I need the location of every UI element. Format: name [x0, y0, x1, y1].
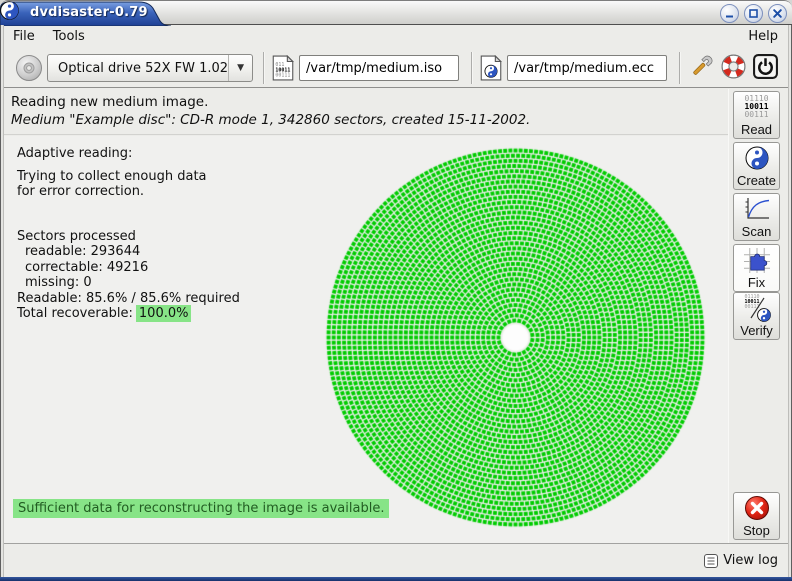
- maximize-button[interactable]: [744, 4, 763, 23]
- puzzle-piece-icon: [743, 247, 771, 274]
- toolbar-separator: [679, 52, 681, 84]
- menubar: File Tools Help: [4, 26, 788, 47]
- read-binary-icon: 01110 10011 00111: [734, 92, 779, 122]
- reading-mode-heading: Adaptive reading:: [17, 146, 240, 162]
- reading-description: for error correction.: [17, 184, 240, 200]
- fix-button-label: Fix: [748, 275, 765, 290]
- yin-yang-icon: [745, 146, 769, 170]
- readable-summary: Readable: 85.6% / 85.6% required: [17, 291, 240, 307]
- window-border-bottom: [0, 577, 792, 581]
- titlebar[interactable]: dvdisaster-0.79: [0, 0, 792, 25]
- drive-selector[interactable]: Optical drive 52X FW 1.02 ▼: [47, 54, 253, 82]
- reading-description: Trying to collect enough data: [17, 169, 240, 185]
- menu-help[interactable]: Help: [738, 27, 788, 46]
- minimize-button[interactable]: [720, 4, 739, 23]
- total-recoverable-value: 100.0%: [136, 305, 192, 322]
- view-log-label[interactable]: View log: [723, 553, 778, 568]
- compare-icon: 01110 10011 00111: [743, 295, 771, 322]
- toolbar-separator: [471, 52, 473, 84]
- reading-info-panel: Adaptive reading: Trying to collect enou…: [17, 146, 240, 322]
- yin-yang-icon: [757, 308, 771, 322]
- fix-button[interactable]: Fix: [733, 244, 780, 292]
- optical-drive-icon: [15, 54, 43, 82]
- preferences-button[interactable]: [686, 53, 716, 83]
- stop-icon: [744, 495, 770, 521]
- image-file-input[interactable]: [299, 55, 459, 81]
- status-area: Reading new medium image. Medium "Exampl…: [4, 89, 728, 135]
- sectors-processed-title: Sectors processed: [17, 229, 240, 245]
- iso-file-icon: 011 10011 00111: [272, 55, 294, 81]
- menu-file[interactable]: File: [4, 27, 44, 46]
- quit-button[interactable]: [750, 53, 780, 83]
- maximize-icon: [746, 6, 761, 21]
- sectors-readable: readable: 293644: [17, 244, 240, 260]
- lifebelt-icon: [720, 53, 747, 80]
- success-message: Sufficient data for reconstructing the i…: [13, 499, 389, 518]
- toolbar-separator: [263, 52, 265, 84]
- close-icon: [770, 6, 785, 21]
- create-button[interactable]: Create: [733, 142, 780, 190]
- close-button[interactable]: [768, 4, 787, 23]
- read-button-label: Read: [741, 122, 772, 137]
- dvdisaster-window: dvdisaster-0.79 File Tools Help: [0, 0, 792, 581]
- iso-icon-binary-line: 00111: [275, 73, 290, 79]
- help-button[interactable]: [718, 53, 748, 83]
- total-recoverable-label: Total recoverable:: [17, 306, 133, 321]
- chevron-down-icon: ▼: [228, 55, 252, 81]
- ecc-file-icon: [480, 55, 502, 81]
- power-icon: [752, 53, 779, 80]
- wrench-icon: [688, 54, 714, 80]
- menu-tools[interactable]: Tools: [44, 27, 94, 46]
- minimize-icon: [722, 6, 737, 21]
- create-button-label: Create: [737, 173, 776, 188]
- sidebar-separator: [728, 89, 729, 543]
- bottom-statusbar: View log: [4, 543, 788, 577]
- status-line1: Reading new medium image.: [11, 94, 728, 110]
- verify-button-label: Verify: [740, 323, 773, 338]
- window-border-left: [0, 25, 4, 577]
- window-border-right: [788, 25, 792, 577]
- dvdisaster-logo-icon: [0, 1, 19, 20]
- read-button[interactable]: 01110 10011 00111 Read: [733, 91, 780, 139]
- sectors-missing: missing: 0: [17, 275, 240, 291]
- scan-button-label: Scan: [742, 224, 772, 239]
- scan-button[interactable]: Scan: [733, 193, 780, 241]
- adaptive-reading-panel: Adaptive reading: Trying to collect enou…: [4, 136, 728, 543]
- disc-spiral-canvas: [318, 140, 714, 536]
- drive-selector-value: Optical drive 52X FW 1.02: [48, 61, 228, 76]
- status-line2: Medium "Example disc": CD-R mode 1, 3428…: [11, 112, 728, 128]
- window-title: dvdisaster-0.79: [30, 5, 148, 20]
- ecc-file-input[interactable]: [507, 55, 667, 81]
- total-recoverable-line: Total recoverable:100.0%: [17, 306, 240, 322]
- curve-chart-icon: [743, 197, 771, 221]
- sectors-correctable: correctable: 49216: [17, 260, 240, 276]
- titlebar-tab: dvdisaster-0.79: [0, 1, 172, 26]
- verify-button[interactable]: 01110 10011 00111 Verify: [733, 292, 780, 340]
- stop-button-label: Stop: [743, 523, 770, 538]
- stop-button[interactable]: Stop: [733, 492, 780, 540]
- view-log-icon: [703, 553, 719, 569]
